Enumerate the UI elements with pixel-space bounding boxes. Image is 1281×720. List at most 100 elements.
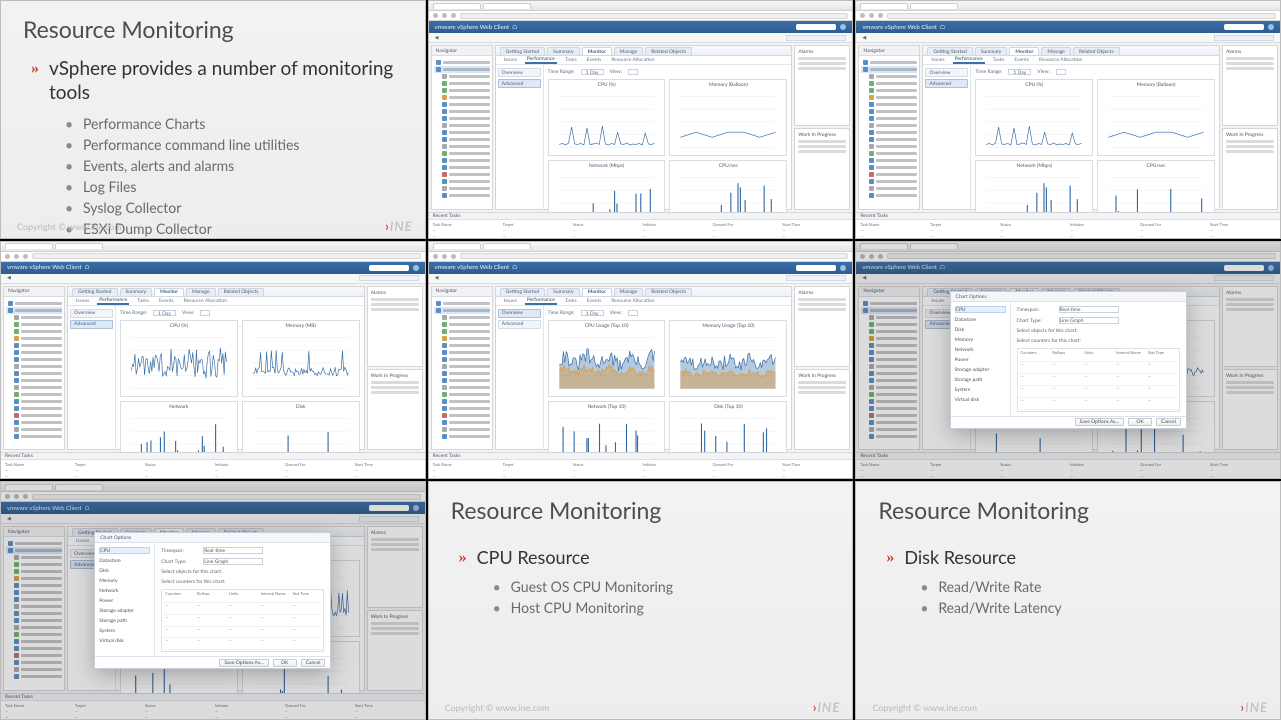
subtab-resource-allocation[interactable]: Resource Allocation [182,298,229,304]
tab-manage[interactable]: Manage [186,288,216,296]
tree-item[interactable] [434,433,490,440]
subtab-tasks[interactable]: Tasks [135,538,151,544]
tree-item[interactable] [434,300,490,307]
tab-getting-started[interactable]: Getting Started [500,288,546,296]
tree-item[interactable] [861,80,917,87]
time-range-select[interactable]: 1 Day [1008,69,1031,75]
tree-item[interactable] [861,108,917,115]
browser-tab[interactable] [483,3,531,9]
recent-tasks-title[interactable]: Recent Tasks [1,694,425,701]
recent-tasks-title[interactable]: Recent Tasks [429,213,853,220]
tree-item[interactable] [6,617,62,624]
url-field[interactable] [887,13,1276,19]
subtab-issues[interactable]: Issues [502,57,519,63]
view-select[interactable] [628,69,638,75]
browser-tab[interactable] [433,3,481,9]
global-search[interactable] [1224,265,1264,271]
perf-view-advanced[interactable]: Advanced [70,560,113,569]
tree-item[interactable] [6,610,62,617]
nav-back-icon[interactable]: ◀ [7,516,11,522]
tree-item[interactable] [6,638,62,645]
tab-summary[interactable]: Summary [547,47,580,55]
subtab-performance[interactable]: Performance [97,297,129,305]
recent-tasks-title[interactable]: Recent Tasks [856,453,1280,460]
tree-item[interactable] [6,412,62,419]
tree-item[interactable] [861,419,917,426]
global-search[interactable] [796,24,836,30]
recent-tasks-title[interactable]: Recent Tasks [856,213,1280,220]
tree-item[interactable] [434,384,490,391]
tree-item[interactable] [434,377,490,384]
subtab-tasks[interactable]: Tasks [991,298,1007,304]
subtab-events[interactable]: Events [157,298,176,304]
tree-item[interactable] [434,412,490,419]
tree-item[interactable] [6,624,62,631]
nav-back-icon[interactable] [5,494,10,499]
tree-item[interactable] [434,101,490,108]
tree-item[interactable] [861,356,917,363]
tab-summary[interactable]: Summary [120,528,153,536]
subtab-tasks[interactable]: Tasks [991,57,1007,63]
help-icon[interactable] [840,265,846,271]
tree-item[interactable] [861,122,917,129]
tree-item[interactable] [861,405,917,412]
tree-item[interactable] [434,115,490,122]
perf-view-advanced[interactable]: Advanced [498,320,541,329]
subtab-resource-allocation[interactable]: Resource Allocation [609,57,656,63]
tree-item[interactable] [861,412,917,419]
browser-tab[interactable] [55,484,103,490]
perf-view-overview[interactable]: Overview [70,309,113,318]
time-range-select[interactable]: 1 Day [581,310,604,316]
tree-item[interactable] [6,405,62,412]
nav-fwd-icon[interactable] [869,13,874,18]
time-range-select[interactable]: 1 Day [581,69,604,75]
subtab-performance[interactable]: Performance [525,56,557,64]
tree-item[interactable] [861,307,917,314]
tree-item[interactable] [861,328,917,335]
tree-item[interactable] [861,370,917,377]
tree-item[interactable] [434,129,490,136]
tree-item[interactable] [6,575,62,582]
tree-item[interactable] [861,192,917,199]
tree-item[interactable] [434,122,490,129]
tree-item[interactable] [861,66,917,73]
nav-reload-icon[interactable] [451,254,456,259]
help-icon[interactable] [413,265,419,271]
tree-item[interactable] [434,370,490,377]
tree-item[interactable] [6,370,62,377]
url-field[interactable] [32,494,421,500]
inventory-tree[interactable] [432,56,492,202]
help-icon[interactable] [1268,24,1274,30]
subtab-events[interactable]: Events [157,538,176,544]
tree-item[interactable] [6,659,62,666]
tree-item[interactable] [6,307,62,314]
tree-item[interactable] [434,136,490,143]
nav-back-icon[interactable] [860,13,865,18]
tab-manage[interactable]: Manage [1041,288,1071,296]
tree-item[interactable] [434,314,490,321]
url-field[interactable] [460,13,849,19]
subtab-performance[interactable]: Performance [97,537,129,545]
url-field[interactable] [887,253,1276,259]
tree-item[interactable] [434,73,490,80]
subtab-resource-allocation[interactable]: Resource Allocation [182,538,229,544]
perf-view-advanced[interactable]: Advanced [925,320,968,329]
nav-back-icon[interactable] [433,254,438,259]
nav-back-icon[interactable]: ◀ [862,275,866,281]
tab-getting-started[interactable]: Getting Started [500,47,546,55]
subtab-resource-allocation[interactable]: Resource Allocation [609,298,656,304]
tree-item[interactable] [6,433,62,440]
nav-back-icon[interactable] [5,254,10,259]
tree-item[interactable] [434,335,490,342]
tree-item[interactable] [6,398,62,405]
tab-summary[interactable]: Summary [975,288,1008,296]
tree-item[interactable] [434,94,490,101]
browser-tab[interactable] [860,243,908,249]
tree-item[interactable] [434,66,490,73]
tab-getting-started[interactable]: Getting Started [927,47,973,55]
subtab-tasks[interactable]: Tasks [563,57,579,63]
tree-item[interactable] [861,185,917,192]
tab-getting-started[interactable]: Getting Started [72,528,118,536]
tree-item[interactable] [434,349,490,356]
tab-getting-started[interactable]: Getting Started [927,288,973,296]
